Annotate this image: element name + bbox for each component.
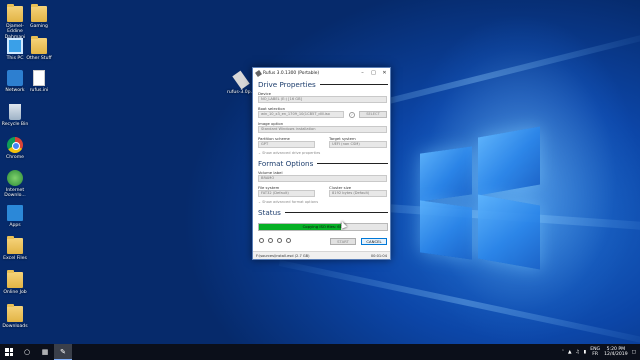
title-bar[interactable]: Rufus 3.0.1300 (Portable) – □ ✕ — [253, 68, 390, 78]
folder-icon — [7, 304, 23, 322]
desktop-icon-online-job[interactable]: Online Job — [0, 270, 30, 295]
progress-bar: Copying ISO files: 60. — [258, 223, 388, 231]
folder-icon — [31, 4, 47, 22]
windows-icon — [5, 348, 13, 356]
status-bar-file: F:\sources\install.esd (2.7 GB) — [256, 253, 310, 258]
show-advanced-drive-properties[interactable]: ⌄ Show advanced drive properties — [258, 151, 320, 155]
desktop-icon-rufus-ini[interactable]: rufus.ini — [24, 70, 54, 93]
desktop-icon-chrome[interactable]: Chrome — [0, 137, 30, 160]
desktop-icon-downloads[interactable]: Downloads — [0, 304, 30, 329]
computer-icon — [7, 38, 23, 54]
apps-folder-icon — [7, 205, 23, 221]
verify-check-icon[interactable]: ✓ — [349, 111, 355, 118]
settings-icon[interactable] — [277, 238, 282, 243]
folder-icon — [7, 270, 23, 288]
start-menu-button[interactable] — [0, 344, 18, 360]
desktop-icon-internet-download-manager[interactable]: Internet Downlo... — [0, 170, 30, 199]
drive-properties-heading: Drive Properties — [258, 80, 388, 89]
start-button[interactable]: START — [330, 237, 356, 245]
chrome-icon — [7, 137, 23, 153]
windows-logo-pane — [420, 146, 472, 202]
section-divider — [284, 212, 388, 213]
ini-file-icon — [33, 70, 45, 86]
log-icon[interactable] — [286, 238, 291, 243]
desktop-icon-excel-files[interactable]: Excel Files — [0, 236, 30, 261]
volume-icon[interactable]: ♫ — [576, 350, 580, 355]
folder-icon — [7, 236, 23, 254]
show-advanced-format-options[interactable]: ⌄ Show advanced format options — [258, 200, 318, 204]
light-beam — [278, 260, 640, 344]
system-tray: ˄ ▲ ♫ ▮ ENG FR 5:20 PM 12/4/2019 □ — [562, 344, 636, 360]
window-title: Rufus 3.0.1300 (Portable) — [263, 70, 320, 76]
task-view-icon[interactable]: ▦ — [36, 344, 54, 360]
search-icon[interactable]: ○ — [18, 344, 36, 360]
desktop-icon-gaming[interactable]: Gaming — [24, 4, 54, 29]
language-indicator[interactable]: ENG FR — [590, 347, 600, 357]
usb-drive-icon — [232, 70, 250, 90]
windows-logo-pane — [478, 194, 540, 270]
taskbar: ○ ▦ ✎ ˄ ▲ ♫ ▮ ENG FR 5:20 PM 12/4/2019 □ — [0, 344, 640, 360]
clock[interactable]: 5:20 PM 12/4/2019 — [604, 347, 628, 357]
battery-icon[interactable]: ▮ — [584, 350, 587, 355]
target-system-select[interactable]: UEFI (non CSM) — [329, 141, 387, 148]
user-folder-icon — [7, 4, 23, 22]
status-heading: Status — [258, 208, 388, 217]
select-button[interactable]: SELECT — [359, 111, 387, 118]
chevron-up-icon[interactable]: ˄ — [562, 350, 564, 355]
cancel-button[interactable]: CANCEL — [361, 237, 387, 245]
desktop-icon-apps[interactable]: Apps — [0, 205, 30, 228]
image-option-select[interactable]: Standard Windows installation — [258, 126, 387, 133]
file-system-select[interactable]: FAT32 (Default) — [258, 190, 315, 197]
format-options-heading: Format Options — [258, 159, 388, 168]
globe-icon[interactable] — [259, 238, 264, 243]
windows-logo-pane — [420, 200, 472, 260]
recycle-bin-icon — [9, 104, 21, 120]
status-bar-timer: 00:01:04 — [370, 253, 387, 258]
usb-drive-icon — [255, 69, 262, 77]
rufus-taskbar-icon[interactable]: ✎ — [54, 344, 72, 360]
desktop-icon-recycle-bin[interactable]: Recycle Bin — [0, 104, 30, 127]
info-icon[interactable] — [268, 238, 273, 243]
rufus-window: Rufus 3.0.1300 (Portable) – □ ✕ Drive Pr… — [252, 67, 391, 260]
boot-selection-select[interactable]: win_10_x3_en_1709_10(1CB5T_dlll.iso — [258, 111, 344, 118]
notifications-icon[interactable]: □ — [632, 350, 636, 355]
close-icon[interactable]: ✕ — [379, 68, 390, 78]
section-divider — [319, 84, 388, 85]
partition-scheme-select[interactable]: GPT — [258, 141, 315, 148]
volume-label-input[interactable]: BRAMO — [258, 175, 387, 182]
status-bar: F:\sources\install.esd (2.7 GB) 00:01:04 — [253, 251, 390, 259]
device-select[interactable]: NO_LABEL (E:) [16 GB] — [258, 96, 387, 103]
network-tray-icon[interactable]: ▲ — [568, 350, 572, 355]
desktop-icon-other-stuff[interactable]: Other Stuff — [24, 36, 54, 61]
progress-text: Copying ISO files: 60. — [302, 224, 344, 229]
cluster-size-select[interactable]: 8192 bytes (Default) — [329, 190, 387, 197]
maximize-icon[interactable]: □ — [368, 68, 379, 78]
windows-logo-pane — [478, 126, 540, 196]
network-icon — [7, 70, 23, 86]
minimize-icon[interactable]: – — [357, 68, 368, 78]
internet-download-manager-icon — [7, 170, 23, 186]
section-divider — [317, 163, 388, 164]
folder-icon — [31, 36, 47, 54]
